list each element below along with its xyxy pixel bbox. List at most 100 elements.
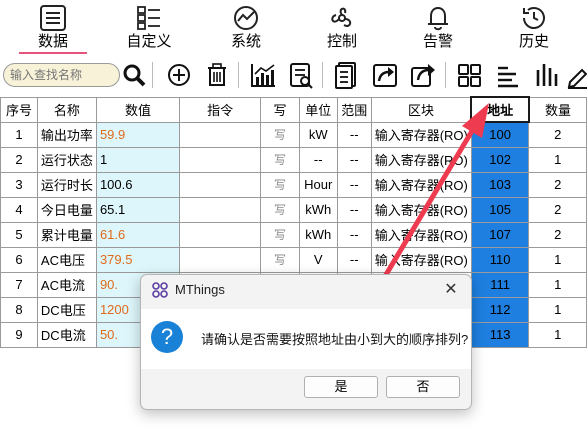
cell-write[interactable]: 写 <box>260 171 300 198</box>
cell-unit: kW <box>298 121 338 148</box>
cell-value[interactable]: 65.1 <box>95 196 181 223</box>
cell-index: 4 <box>0 196 38 223</box>
table-row[interactable]: 5 累计电量 61.6 写 kWh -- 输入寄存器(RO) 107 2 <box>0 221 587 248</box>
mthings-logo-icon <box>152 282 168 298</box>
export-icon[interactable] <box>371 60 399 90</box>
cell-unit: kWh <box>298 221 338 248</box>
top-navigation: 数据 自定义 系统 控制 告警 历史 <box>0 0 587 54</box>
cell-count: 2 <box>528 121 587 148</box>
table-row[interactable]: 3 运行时长 100.6 写 Hour -- 输入寄存器(RO) 103 2 <box>0 171 587 198</box>
cell-write[interactable]: 写 <box>260 221 300 248</box>
cell-block: 输入寄存器(RO) <box>370 221 472 248</box>
confirm-dialog: MThings ✕ ? 请确认是否需要按照地址由小到大的顺序排列? 是 否 <box>140 274 472 410</box>
cell-value[interactable]: 59.9 <box>95 121 181 148</box>
cell-name: 累计电量 <box>36 221 97 248</box>
control-fan-icon <box>331 7 352 27</box>
edit-icon[interactable] <box>566 60 587 90</box>
grid-icon[interactable] <box>455 60 483 90</box>
share-icon[interactable] <box>409 60 437 90</box>
nav-tab-custom[interactable]: 自定义 <box>109 2 189 52</box>
cell-command[interactable] <box>179 146 262 173</box>
cell-value[interactable]: 61.6 <box>95 221 181 248</box>
cell-command[interactable] <box>179 221 262 248</box>
cell-write[interactable]: 写 <box>260 146 300 173</box>
cell-index: 6 <box>0 246 38 273</box>
active-tab-underline <box>19 52 87 54</box>
nav-tab-history[interactable]: 历史 <box>494 2 574 52</box>
column-header-block[interactable]: 区块 <box>370 96 472 123</box>
nav-label: 数据 <box>37 32 68 50</box>
table-row[interactable]: 1 输出功率 59.9 写 kW -- 输入寄存器(RO) 100 2 <box>0 121 587 148</box>
cell-index: 1 <box>0 121 38 148</box>
cell-value[interactable]: 379.5 <box>95 246 181 273</box>
cell-command[interactable] <box>179 171 262 198</box>
align-left-icon[interactable] <box>494 60 522 90</box>
cell-command[interactable] <box>179 246 262 273</box>
delete-icon[interactable] <box>203 60 231 90</box>
bars-vertical-icon[interactable] <box>532 60 560 90</box>
table-row[interactable]: 4 今日电量 65.1 写 kWh -- 输入寄存器(RO) 105 2 <box>0 196 587 223</box>
cell-address: 110 <box>470 246 530 273</box>
question-icon: ? <box>151 321 183 353</box>
cell-name: AC电压 <box>36 246 97 273</box>
cell-address: 105 <box>470 196 530 223</box>
column-header-command[interactable]: 指令 <box>179 96 262 123</box>
cell-range: -- <box>336 246 372 273</box>
cell-count: 1 <box>528 271 587 298</box>
cell-write[interactable]: 写 <box>260 246 300 273</box>
column-header-index[interactable]: 序号 <box>0 96 38 123</box>
cell-name: DC电压 <box>36 296 97 323</box>
column-header-address[interactable]: 地址 <box>470 96 530 123</box>
nav-tab-control[interactable]: 控制 <box>302 2 382 52</box>
cell-range: -- <box>336 171 372 198</box>
cell-range: -- <box>336 221 372 248</box>
cell-count: 1 <box>528 296 587 323</box>
table-row[interactable]: 6 AC电压 379.5 写 V -- 输入寄存器(RO) 110 1 <box>0 246 587 273</box>
cell-write[interactable]: 写 <box>260 121 300 148</box>
cell-index: 7 <box>0 271 38 298</box>
cell-index: 3 <box>0 171 38 198</box>
nav-tab-system[interactable]: 系统 <box>206 2 286 52</box>
chart-icon[interactable] <box>249 60 277 90</box>
dialog-body: ? 请确认是否需要按照地址由小到大的顺序排列? <box>141 309 471 369</box>
list-doc-icon <box>40 5 66 31</box>
column-header-name[interactable]: 名称 <box>36 96 97 123</box>
cell-address: 112 <box>470 296 530 323</box>
add-icon[interactable] <box>165 60 193 90</box>
system-gauge-icon <box>234 6 258 30</box>
column-header-count[interactable]: 数量 <box>528 96 587 123</box>
cell-address: 111 <box>470 271 530 298</box>
nav-label: 系统 <box>230 32 261 50</box>
toolbar-divider <box>445 62 446 88</box>
cell-block: 输入寄存器(RO) <box>370 196 472 223</box>
table-row[interactable]: 2 运行状态 1 写 -- -- 输入寄存器(RO) 102 1 <box>0 146 587 173</box>
cell-name: DC电流 <box>36 321 97 348</box>
close-icon[interactable]: ✕ <box>441 279 461 299</box>
nav-tab-data[interactable]: 数据 <box>13 2 93 54</box>
column-header-range[interactable]: 范围 <box>336 96 372 123</box>
toolbar-divider <box>152 62 153 88</box>
no-button[interactable]: 否 <box>386 376 460 398</box>
cell-address: 102 <box>470 146 530 173</box>
cell-write[interactable]: 写 <box>260 196 300 223</box>
nav-tab-alarm[interactable]: 告警 <box>398 2 478 52</box>
search-input[interactable] <box>3 63 120 87</box>
cell-range: -- <box>336 196 372 223</box>
cell-count: 2 <box>528 196 587 223</box>
cell-command[interactable] <box>179 196 262 223</box>
document-icon[interactable] <box>333 60 361 90</box>
dialog-message: 请确认是否需要按照地址由小到大的顺序排列? <box>201 332 469 347</box>
cell-address: 103 <box>470 171 530 198</box>
cell-value[interactable]: 100.6 <box>95 171 181 198</box>
cell-value[interactable]: 1 <box>95 146 181 173</box>
cell-command[interactable] <box>179 121 262 148</box>
toolbar <box>0 56 587 94</box>
yes-button[interactable]: 是 <box>304 376 378 398</box>
column-header-value[interactable]: 数值 <box>95 96 181 123</box>
column-header-unit[interactable]: 单位 <box>298 96 338 123</box>
search-icon[interactable] <box>120 60 148 90</box>
cell-block: 输入寄存器(RO) <box>370 121 472 148</box>
column-header-write[interactable]: 写 <box>260 96 300 123</box>
cell-count: 1 <box>528 321 587 348</box>
report-icon[interactable] <box>287 60 315 90</box>
